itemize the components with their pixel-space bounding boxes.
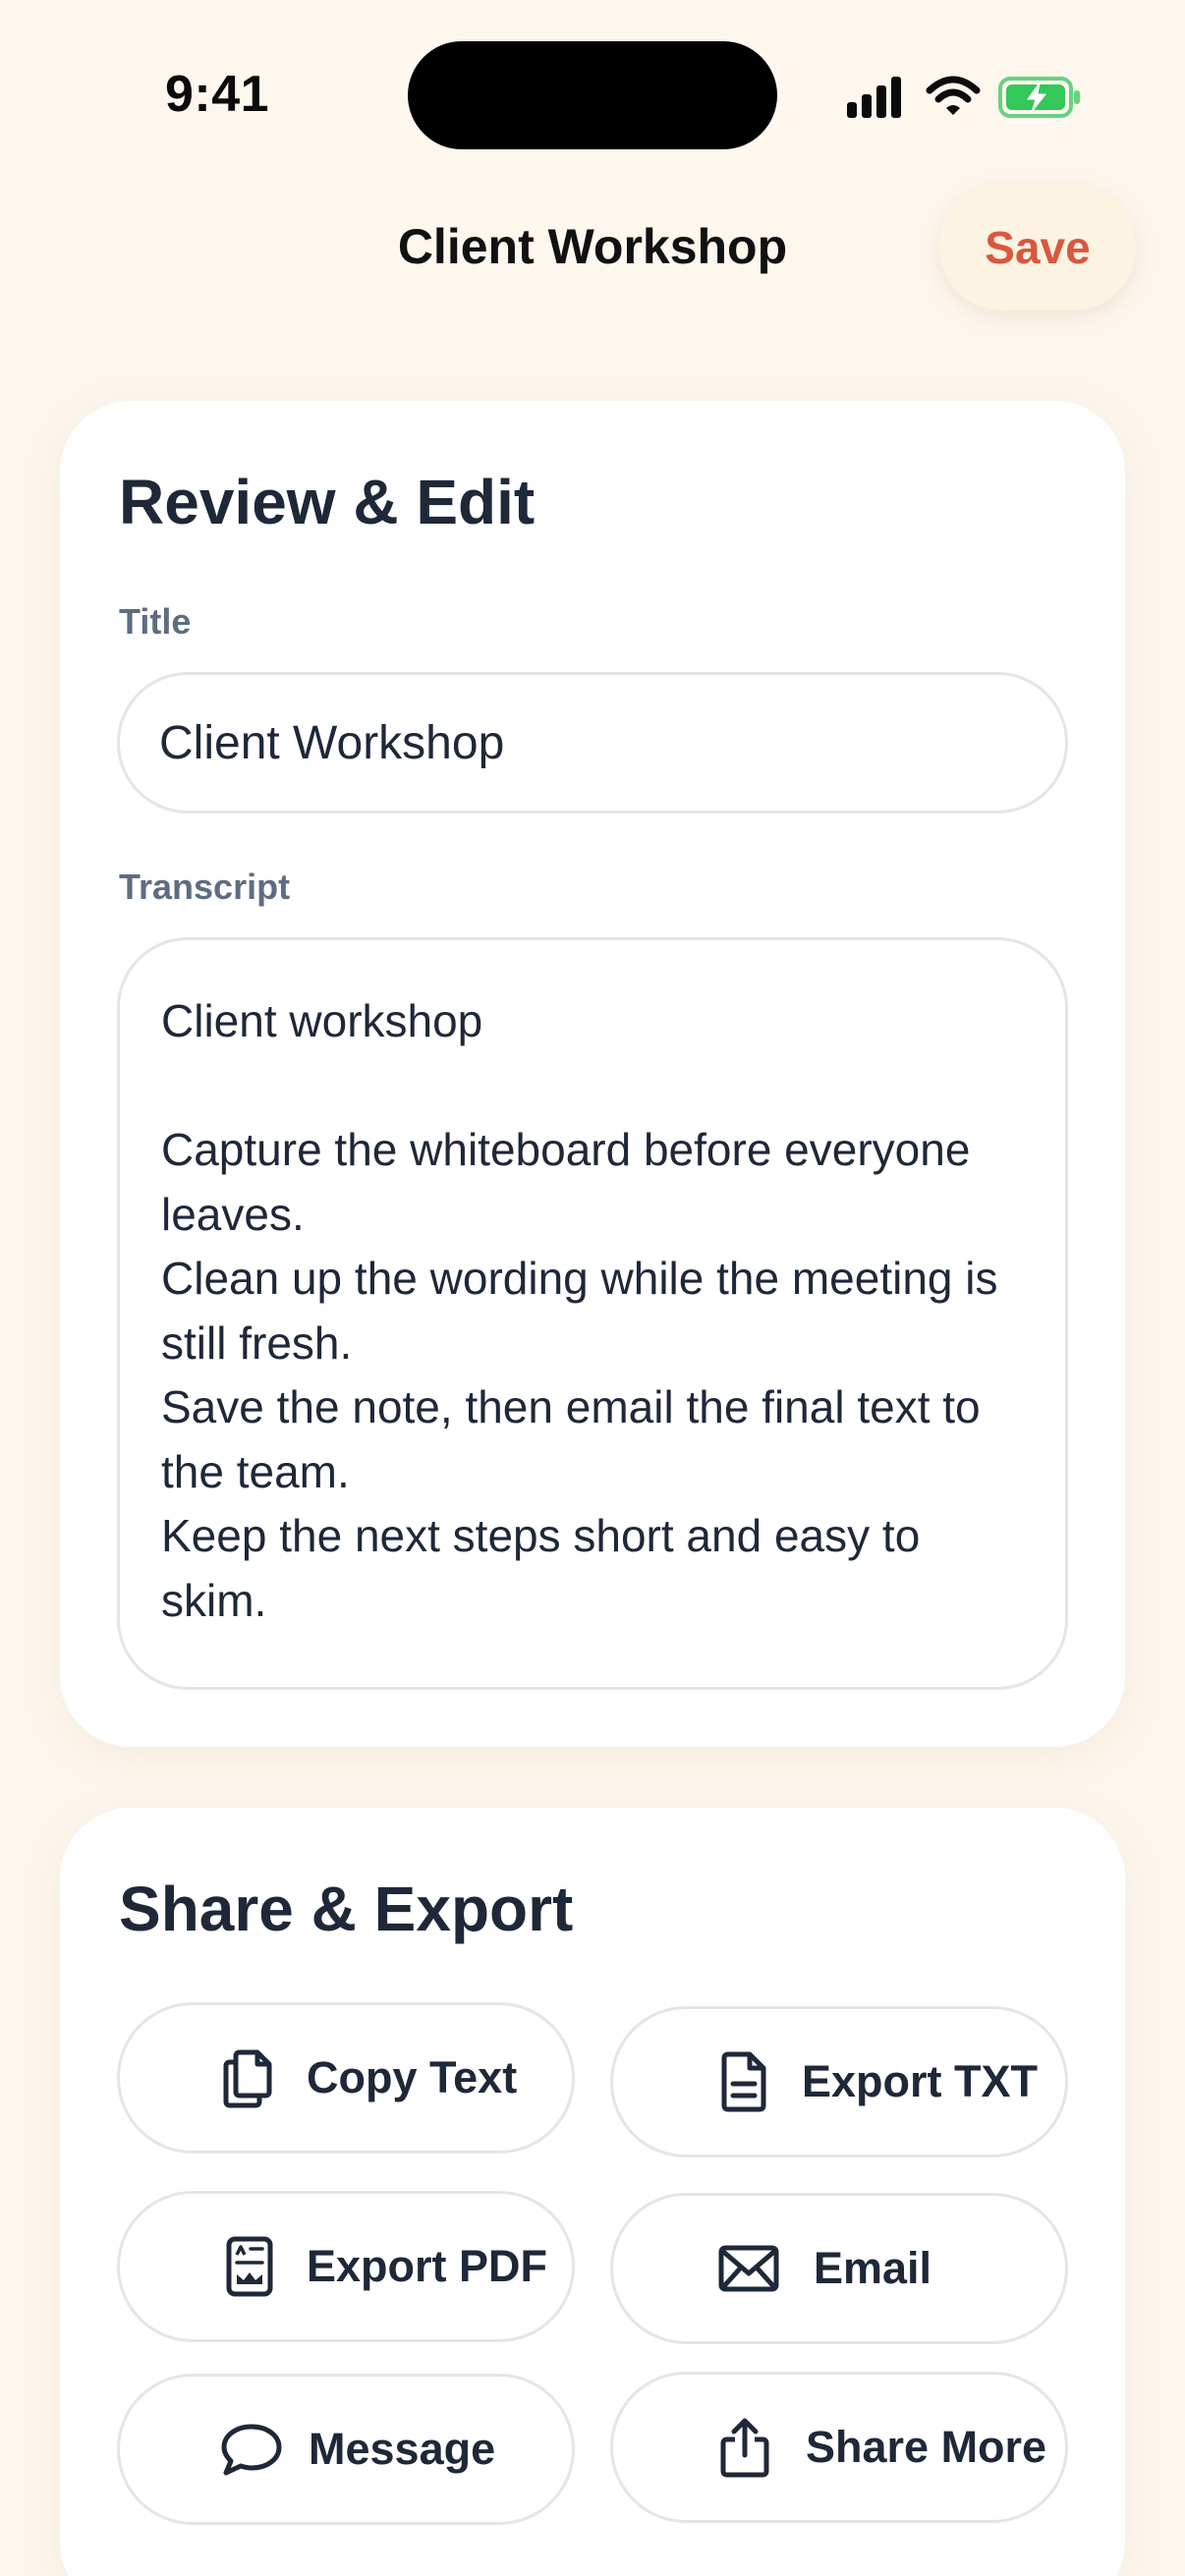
screen: 9:41 Client Workshop Save Review & Edit … <box>0 0 1185 2576</box>
review-edit-card: Review & Edit Title Transcript Client wo… <box>60 401 1125 1747</box>
email-button[interactable]: Email <box>610 2193 1068 2344</box>
status-time: 9:41 <box>165 66 270 123</box>
export-txt-button[interactable]: Export TXT <box>610 2006 1068 2157</box>
envelope-icon <box>717 2237 780 2300</box>
transcript-textarea[interactable]: Client workshop Capture the whiteboard b… <box>117 937 1068 1690</box>
export-pdf-button[interactable]: Export PDF <box>117 2191 575 2342</box>
review-edit-heading: Review & Edit <box>119 467 536 537</box>
pdf-icon <box>218 2235 281 2298</box>
copy-text-label: Copy Text <box>307 2052 518 2102</box>
share-icon <box>713 2416 776 2479</box>
title-label: Title <box>119 601 192 642</box>
cellular-signal-icon <box>847 77 901 118</box>
title-input[interactable] <box>117 672 1068 813</box>
document-icon <box>713 2050 776 2113</box>
message-label: Message <box>309 2424 496 2474</box>
copy-text-button[interactable]: Copy Text <box>117 2002 575 2154</box>
share-export-heading: Share & Export <box>119 1874 574 1944</box>
copy-icon <box>218 2046 281 2109</box>
export-pdf-label: Export PDF <box>307 2241 548 2291</box>
transcript-label: Transcript <box>119 867 291 907</box>
share-export-card: Share & Export Copy Text Export TXT Expo… <box>60 1808 1125 2576</box>
email-label: Email <box>814 2243 932 2293</box>
export-txt-label: Export TXT <box>802 2056 1039 2106</box>
share-more-label: Share More <box>806 2422 1047 2472</box>
wifi-icon <box>926 76 981 115</box>
message-button[interactable]: Message <box>117 2374 575 2525</box>
dynamic-island <box>408 41 777 149</box>
message-bubble-icon <box>220 2418 283 2481</box>
save-button[interactable]: Save <box>939 185 1136 310</box>
share-more-button[interactable]: Share More <box>610 2372 1068 2523</box>
battery-charging-icon <box>998 77 1080 118</box>
